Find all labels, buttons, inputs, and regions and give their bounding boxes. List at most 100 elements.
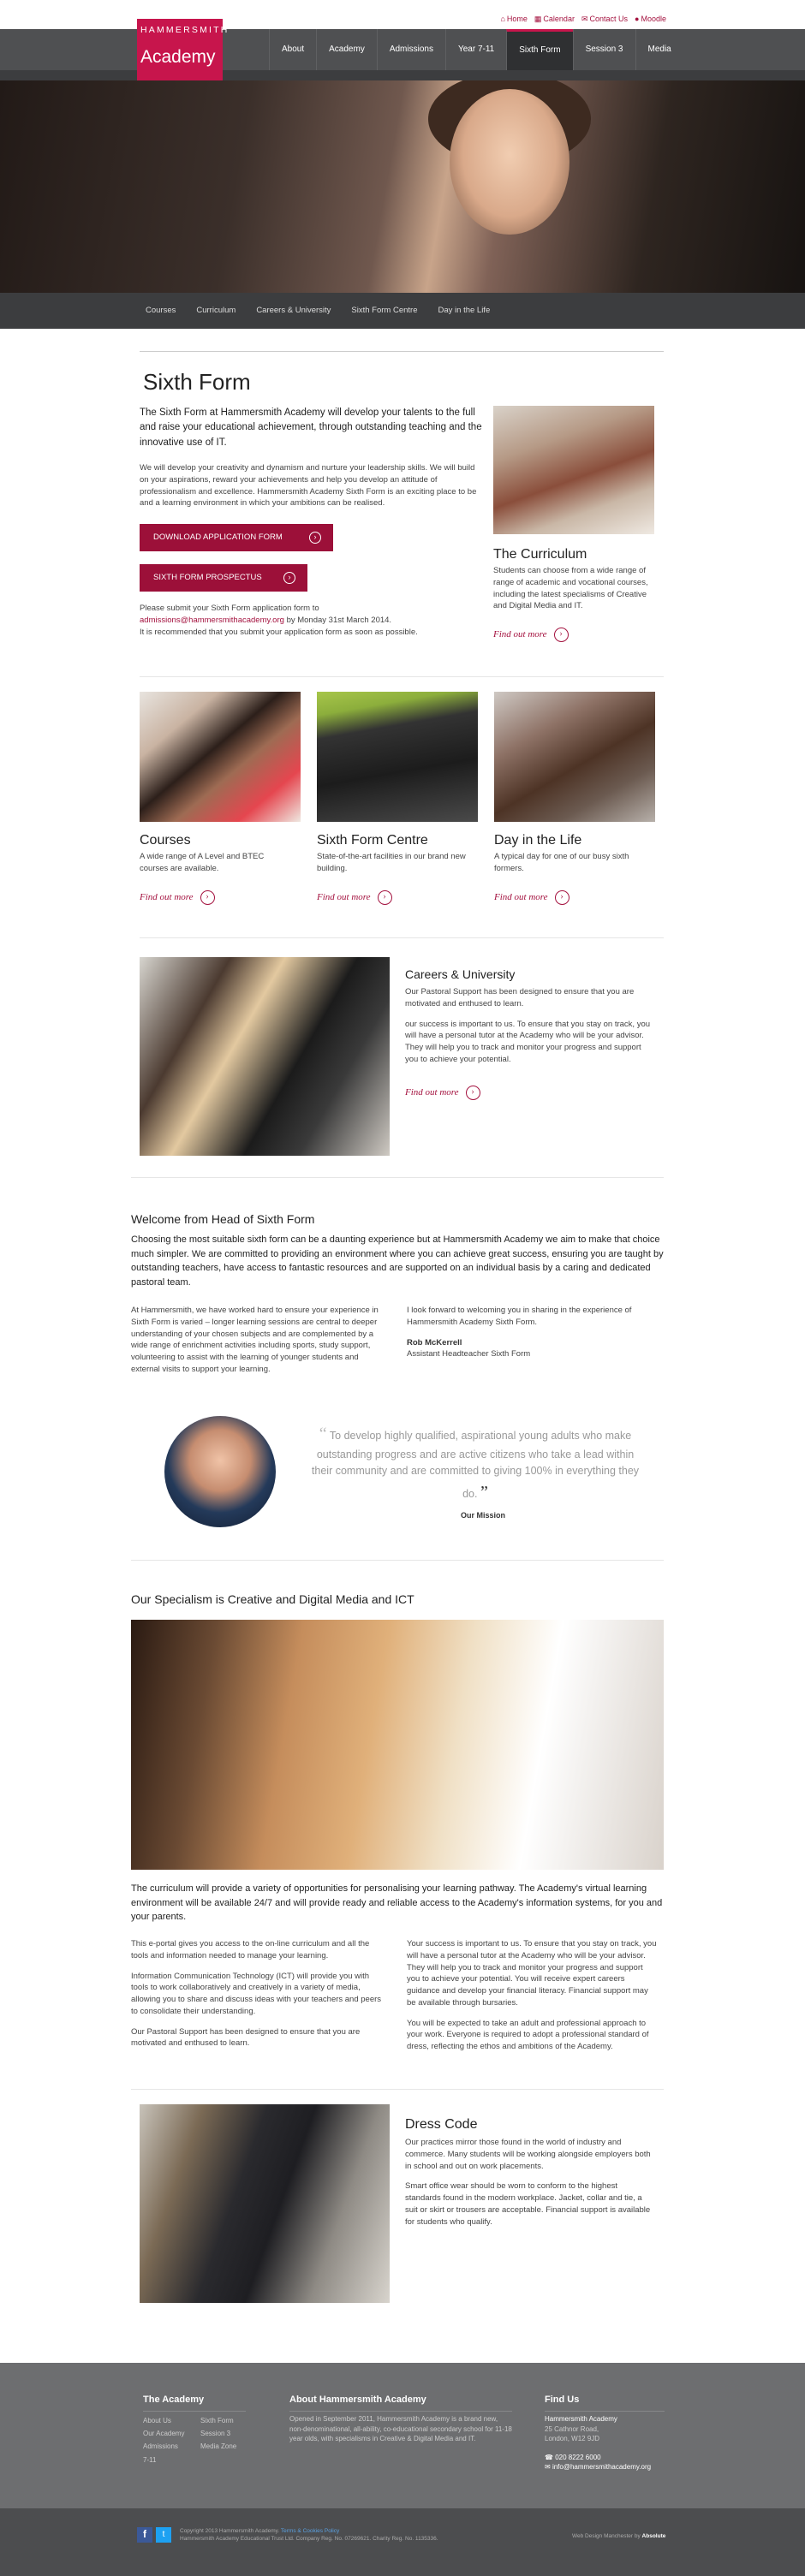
curriculum-text: Students can choose from a wide range of… (493, 566, 648, 611)
chevron-right-icon: › (309, 532, 321, 544)
nav-about[interactable]: About (269, 29, 316, 70)
centre-find-out-more[interactable]: Find out more › (317, 890, 392, 905)
mail-icon: ✉ (581, 15, 588, 23)
nav-academy[interactable]: Academy (316, 29, 377, 70)
footer-address: Hammersmith Academy 25 Cathnor Road, Lon… (545, 2415, 652, 2472)
admissions-email-link[interactable]: admissions@hammersmithacademy.org (140, 616, 284, 625)
divider (140, 937, 664, 938)
day-in-the-life-image (494, 692, 655, 822)
specialism-lead: The curriculum will provide a variety of… (131, 1883, 663, 1922)
welcome-right: I look forward to welcoming you in shari… (407, 1305, 657, 1360)
phone-icon: ☎ (545, 2453, 553, 2461)
footer-find-us-title: Find Us (545, 2394, 665, 2412)
curriculum-find-out-more[interactable]: Find out more › (493, 628, 569, 642)
hero-image (0, 80, 805, 293)
prospectus-button[interactable]: SIXTH FORM PROSPECTUS › (140, 564, 307, 592)
nav-sixth-form[interactable]: Sixth Form (506, 29, 573, 70)
head-name: Rob McKerrell (407, 1337, 462, 1347)
divider (131, 1560, 664, 1561)
head-role: Assistant Headteacher Sixth Form (407, 1349, 531, 1359)
credit: Web Design Manchester by Absolute (572, 2533, 666, 2539)
twitter-icon[interactable]: t (156, 2527, 171, 2543)
subnav-sixth-form-centre[interactable]: Sixth Form Centre (341, 305, 427, 317)
footer-email-link[interactable]: info@hammersmithacademy.org (552, 2463, 651, 2471)
footer-link-academy[interactable]: Our Academy (143, 2427, 184, 2440)
privacy-link[interactable]: Terms & Cookies Policy (281, 2528, 339, 2534)
mission-quote: “ To develop highly qualified, aspiratio… (311, 1425, 640, 1502)
footer-link-media-zone[interactable]: Media Zone (200, 2440, 236, 2453)
specialism-right: Your success is important to us. To ensu… (407, 1939, 657, 2052)
divider (140, 351, 664, 352)
calendar-icon: ▦ (534, 15, 542, 23)
intro-lead: The Sixth Form at Hammersmith Academy wi… (140, 408, 482, 448)
card-courses-text: A wide range of A Level and BTEC courses… (140, 852, 265, 873)
specialism-image (131, 1620, 664, 1870)
dress-code-text: Our practices mirror those found in the … (405, 2138, 651, 2227)
footer-academy-links-2: Sixth Form Session 3 Media Zone (200, 2414, 236, 2454)
card-courses-title: Courses (140, 833, 191, 848)
util-calendar[interactable]: ▦ Calendar (534, 14, 575, 25)
quote-open-icon: “ (319, 1425, 327, 1443)
dress-code-image (140, 2104, 390, 2303)
curriculum-image (493, 406, 654, 534)
welcome-title: Welcome from Head of Sixth Form (131, 1212, 315, 1226)
courses-find-out-more[interactable]: Find out more › (140, 890, 215, 905)
footer-link-7-11[interactable]: 7-11 (143, 2454, 184, 2466)
nav-session-3[interactable]: Session 3 (572, 29, 635, 70)
submit-note: Please submit your Sixth Form applicatio… (140, 604, 418, 637)
divider (131, 2089, 664, 2090)
day-find-out-more[interactable]: Find out more › (494, 890, 569, 905)
dress-code-title: Dress Code (405, 2117, 478, 2132)
main-nav: About Academy Admissions Year 7-11 Sixth… (269, 29, 683, 70)
footer-about-title: About Hammersmith Academy (289, 2394, 512, 2412)
chevron-right-icon: › (553, 628, 569, 642)
footer-link-admissions[interactable]: Admissions (143, 2440, 184, 2453)
chevron-right-icon: › (554, 890, 569, 905)
footer-academy-links: About Us Our Academy Admissions 7-11 (143, 2414, 184, 2466)
mission-caption: Our Mission (461, 1511, 506, 1520)
subnav-curriculum[interactable]: Curriculum (186, 305, 246, 317)
nav-year-7-11[interactable]: Year 7-11 (444, 29, 506, 70)
page-title: Sixth Form (143, 369, 251, 395)
careers-find-out-more[interactable]: Find out more › (405, 1086, 480, 1100)
card-day-title: Day in the Life (494, 833, 582, 848)
utility-bar: ⌂ Home ▦ Calendar ✉ Contact Us ● Moodle (0, 0, 805, 23)
util-home[interactable]: ⌂ Home (500, 14, 527, 25)
moodle-icon: ● (635, 15, 640, 23)
divider (140, 676, 664, 677)
sub-navigation: Courses Curriculum Careers & University … (0, 293, 805, 329)
copyright: Copyright 2013 Hammersmith Academy. Term… (180, 2528, 438, 2543)
footer-link-session-3[interactable]: Session 3 (200, 2427, 236, 2440)
footer-link-sixth-form[interactable]: Sixth Form (200, 2414, 236, 2427)
careers-title: Careers & University (405, 967, 516, 981)
credit-link[interactable]: Absolute (642, 2533, 666, 2539)
welcome-left: At Hammersmith, we have worked hard to e… (131, 1306, 379, 1374)
divider (131, 1177, 664, 1178)
nav-media[interactable]: Media (635, 29, 683, 70)
facebook-icon[interactable]: f (137, 2527, 152, 2543)
subnav-day-in-the-life[interactable]: Day in the Life (428, 305, 501, 317)
intro-body: We will develop your creativity and dyna… (140, 463, 477, 509)
careers-text: Our Pastoral Support has been designed t… (405, 987, 651, 1064)
card-centre-text: State-of-the-art facilities in our brand… (317, 852, 466, 873)
curriculum-title: The Curriculum (493, 547, 587, 562)
util-contact[interactable]: ✉ Contact Us (581, 14, 628, 25)
head-portrait (164, 1416, 276, 1527)
footer-about-text: Opened in September 2011, Hammersmith Ac… (289, 2415, 512, 2443)
subnav-careers[interactable]: Careers & University (246, 305, 341, 317)
welcome-lead: Choosing the most suitable sixth form ca… (131, 1234, 664, 1288)
download-application-button[interactable]: DOWNLOAD APPLICATION FORM › (140, 524, 333, 551)
academy-logo[interactable]: HAMMERSMITH Academy (137, 19, 227, 80)
card-day-text: A typical day for one of our busy sixth … (494, 852, 629, 873)
chevron-right-icon: › (283, 572, 295, 584)
util-moodle[interactable]: ● Moodle (635, 14, 666, 25)
footer-link-about[interactable]: About Us (143, 2414, 184, 2427)
chevron-right-icon: › (200, 890, 215, 905)
careers-image (140, 957, 390, 1156)
nav-admissions[interactable]: Admissions (376, 29, 445, 70)
home-icon: ⌂ (500, 15, 505, 23)
logo-line1: HAMMERSMITH (140, 25, 230, 35)
chevron-right-icon: › (377, 890, 392, 905)
subnav-courses[interactable]: Courses (135, 305, 186, 317)
footer: The Academy About Us Our Academy Admissi… (0, 2363, 805, 2508)
